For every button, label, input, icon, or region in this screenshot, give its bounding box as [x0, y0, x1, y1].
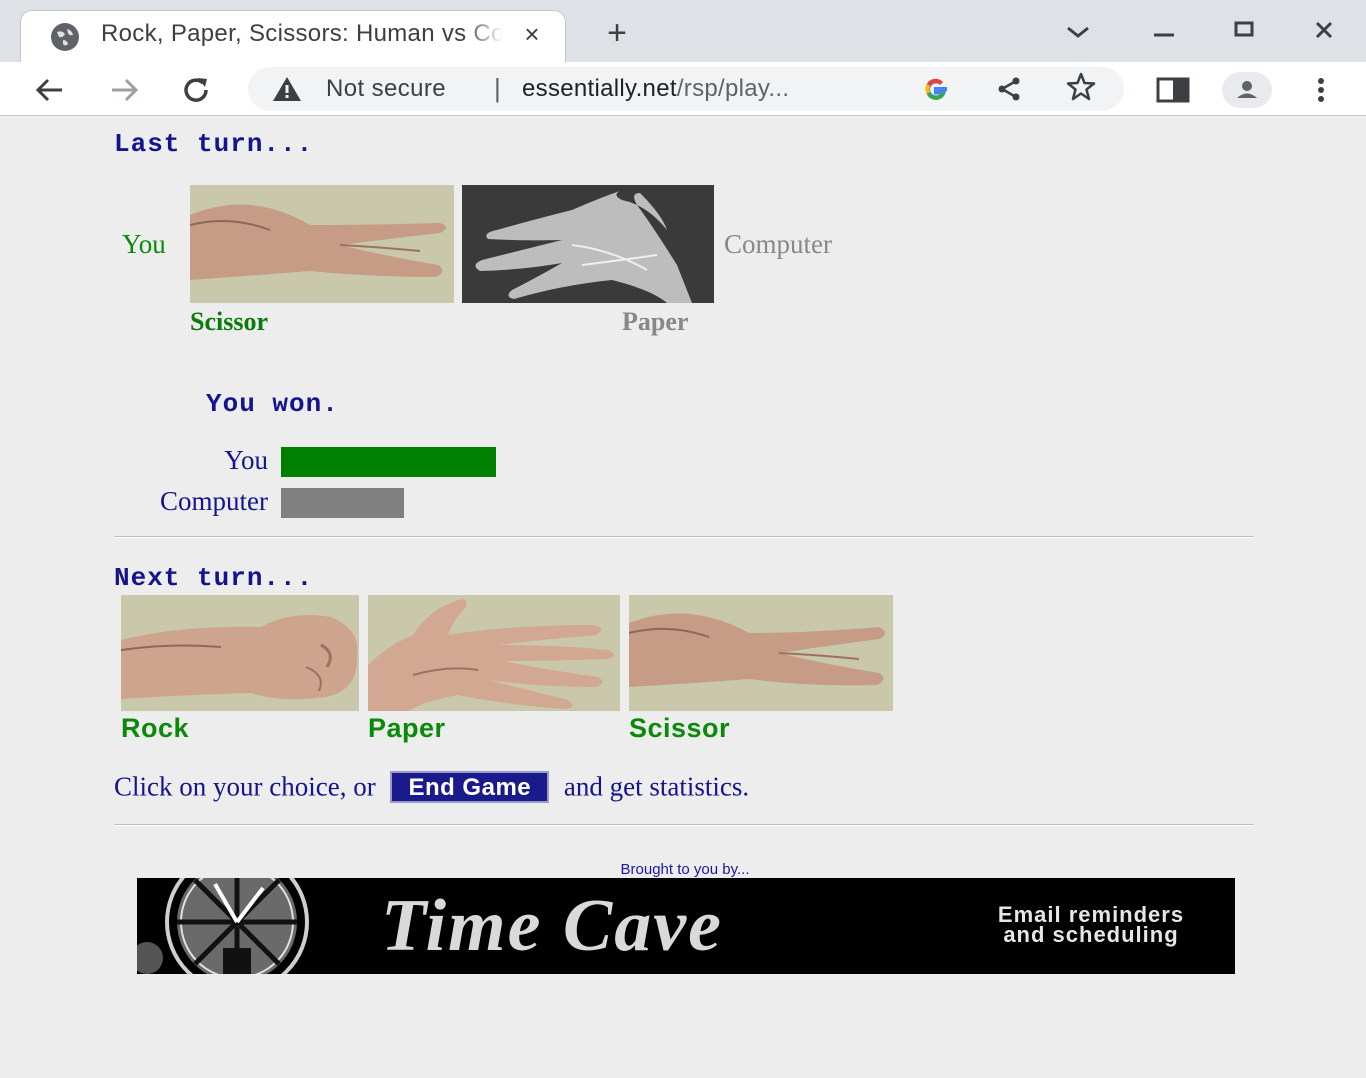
url-text[interactable]: essentially.net/rsp/play... — [522, 75, 789, 103]
divider — [114, 536, 1254, 538]
choice-paper-label[interactable]: Paper — [368, 713, 620, 744]
brought-by-text: Brought to you by... — [620, 861, 750, 878]
last-turn-you-label: You — [122, 229, 166, 259]
paper-image[interactable] — [368, 595, 620, 711]
score-computer-bar — [281, 488, 404, 518]
banner-name: Time Cave — [381, 885, 723, 967]
choice-paper[interactable]: Paper — [368, 595, 620, 744]
you-scissor-image — [190, 185, 454, 303]
computer-paper-image — [462, 185, 714, 303]
time-cave-banner[interactable]: Time Cave Email reminders and scheduling — [137, 878, 1235, 974]
choice-rock-label[interactable]: Rock — [121, 713, 359, 744]
end-game-button[interactable]: End Game — [390, 770, 550, 803]
address-bar[interactable]: Not secure | essentially.net/rsp/play... — [248, 67, 1124, 111]
browser-tab[interactable]: Rock, Paper, Scissors: Human vs Computer… — [20, 10, 566, 62]
score-computer-label: Computer — [160, 486, 268, 516]
back-arrow-icon[interactable] — [30, 70, 70, 110]
last-turn-computer-label: Computer — [724, 229, 832, 259]
tab-title: Rock, Paper, Scissors: Human vs Computer — [101, 20, 503, 48]
share-icon[interactable] — [992, 73, 1026, 105]
url-path: /rsp/play... — [676, 75, 790, 102]
result-text: You won. — [206, 389, 339, 419]
forward-arrow-icon[interactable] — [104, 70, 144, 110]
instruction-after: and get statistics. — [563, 771, 750, 802]
you-choice-caption: Scissor — [190, 307, 268, 336]
url-domain: essentially.net — [522, 75, 677, 102]
minimize-icon[interactable] — [1144, 14, 1184, 48]
not-secure-label[interactable]: Not secure — [326, 75, 446, 103]
score-you-label: You — [224, 445, 268, 475]
choice-rock[interactable]: Rock — [121, 595, 359, 744]
url-separator: | — [494, 73, 501, 103]
warning-icon[interactable] — [272, 75, 302, 103]
browser-toolbar: Not secure | essentially.net/rsp/play... — [0, 62, 1366, 116]
new-tab-button[interactable]: + — [600, 16, 634, 52]
choice-scissor[interactable]: Scissor — [629, 595, 893, 744]
browser-tab-bar: Rock, Paper, Scissors: Human vs Computer… — [0, 0, 1366, 62]
instruction-line: Click on your choice, or End Game and ge… — [114, 769, 749, 803]
computer-choice-caption: Paper — [622, 307, 689, 336]
scissor-image[interactable] — [629, 595, 893, 711]
close-window-icon[interactable] — [1304, 14, 1344, 48]
chevron-down-icon[interactable] — [1058, 14, 1098, 48]
next-turn-heading: Next turn... — [114, 563, 314, 593]
divider — [114, 824, 1254, 826]
last-turn-heading: Last turn... — [114, 129, 314, 159]
instruction-before: Click on your choice, or — [114, 771, 376, 802]
profile-icon[interactable] — [1222, 72, 1272, 108]
rock-image[interactable] — [121, 595, 359, 711]
banner-tagline: Email reminders and scheduling — [973, 904, 1209, 947]
globe-icon — [51, 23, 79, 51]
tab-close-icon[interactable]: × — [517, 19, 547, 49]
bookmark-star-icon[interactable] — [1064, 70, 1098, 112]
clock-logo — [137, 878, 347, 974]
kebab-menu-icon[interactable] — [1306, 72, 1336, 108]
maximize-icon[interactable] — [1224, 14, 1264, 48]
side-panel-icon[interactable] — [1156, 76, 1190, 104]
score-you-bar — [281, 447, 496, 477]
banner-tagline-line-2: and scheduling — [1003, 922, 1179, 947]
page-content: Last turn... You Computer Scissor Paper … — [0, 117, 1366, 1078]
google-icon[interactable] — [920, 73, 952, 112]
reload-icon[interactable] — [176, 70, 216, 110]
choice-scissor-label[interactable]: Scissor — [629, 713, 893, 744]
